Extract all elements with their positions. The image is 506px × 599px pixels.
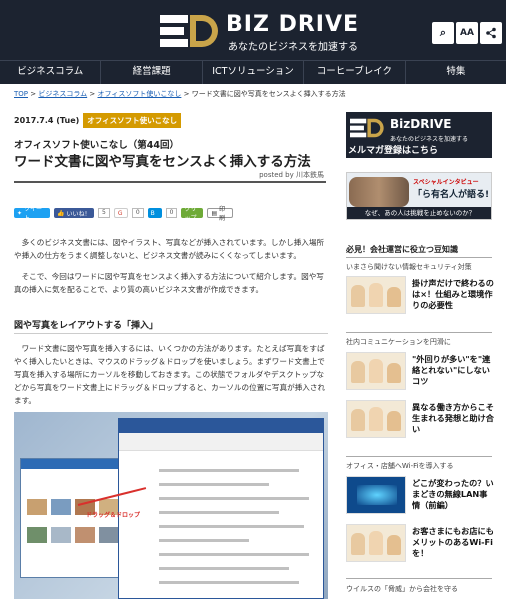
article-thumbnail <box>346 352 406 390</box>
article-thumbnail <box>346 400 406 438</box>
breadcrumb-office-soft[interactable]: オフィスソフト使いこなし <box>98 90 182 98</box>
font-size-icon[interactable]: AA <box>456 22 478 44</box>
series-label: オフィスソフト使いこなし（第44回） <box>14 140 180 151</box>
sidebar-article-item[interactable]: どこが変わったの？いまどきの無線LAN事情（前編） <box>346 476 494 516</box>
article-paragraph-3: ワード文書に図や写真を挿入するには、いくつかの方法があります。たとえば写真をすば… <box>14 344 326 405</box>
article-paragraph-2: そこで、今回はワードに図や写真をセンスよく挿入する方法について紹介します。図や写… <box>14 272 324 294</box>
logo-tagline: あなたのビジネスを加速する <box>228 42 358 53</box>
breadcrumb-business-column[interactable]: ビジネスコラム <box>38 90 87 98</box>
gplus-button[interactable]: G <box>113 208 128 218</box>
newsletter-cta: メルマガ登録はこちら <box>348 146 439 156</box>
word-window-image <box>118 418 324 599</box>
clip-button[interactable]: クリップ <box>181 206 204 222</box>
site-header: BIZ DRIVE あなたのビジネスを加速する ⌕ AA <box>0 0 506 60</box>
sidebar-article-item[interactable]: "外回りが多い"を"連絡とれない"にしないコツ <box>346 352 492 392</box>
nav-item-feature[interactable]: 特集 <box>406 61 506 84</box>
nav-item-business-column[interactable]: ビジネスコラム <box>0 61 102 84</box>
interview-photo <box>349 177 409 207</box>
breadcrumb-current: ワード文書に図や写真をセンスよく挿入する方法 <box>191 90 346 98</box>
newsletter-banner[interactable]: BizDRIVE あなたのビジネスを加速する メルマガ登録はこちら <box>346 112 492 158</box>
sidebar-section-heading: 必見！会社運営に役立つ豆知識 <box>346 245 458 254</box>
category-badge[interactable]: オフィスソフト使いこなし <box>83 113 182 128</box>
sidebar-subheading[interactable]: 社内コミュニケーションを円滑に <box>346 337 451 347</box>
twitter-icon: ✦ <box>17 209 23 217</box>
article-date-row: 2017.7.4 (Tue) オフィスソフト使いこなし <box>14 113 182 128</box>
sidebar-divider <box>346 332 492 333</box>
breadcrumb-top[interactable]: TOP <box>14 90 28 98</box>
sidebar-article-item[interactable]: 掛け声だけで終わるのは×！仕組みと環境作りの必要性 <box>346 276 494 316</box>
author-line: posted by 川本鉄馬 <box>259 171 324 179</box>
nav-item-management[interactable]: 経営課題 <box>101 61 203 84</box>
hatena-count: 0 <box>165 208 178 218</box>
article-thumbnail <box>346 476 406 514</box>
interview-banner[interactable]: スペシャルインタビュー 「ら有名人が語る! なぜ、あの人は挑戦を止めないのか？ <box>346 172 492 220</box>
tweet-button[interactable]: ✦ ツイート <box>14 206 50 222</box>
search-icon[interactable]: ⌕ <box>432 22 454 44</box>
main-nav: ビジネスコラム 経営課題 ICTソリューション コーヒーブレイク 特集 <box>0 60 506 84</box>
nav-item-coffee-break[interactable]: コーヒーブレイク <box>304 61 406 84</box>
nav-item-ict-solution[interactable]: ICTソリューション <box>203 61 305 84</box>
sidebar-subheading[interactable]: ウイルスの「脅威」から会社を守る <box>346 584 458 594</box>
print-button[interactable]: ▤ 印刷 <box>207 206 234 222</box>
article-figure-screenshot: ドラッグ＆ドロップ <box>14 412 328 599</box>
share-bar: ✦ ツイート 👍 いいね！ 5 G 0 B 0 クリップ ▤ 印刷 <box>14 206 234 222</box>
sidebar-subheading[interactable]: いまさら聞けない情報セキュリティ対策 <box>346 262 472 272</box>
breadcrumb: TOP > ビジネスコラム > オフィスソフト使いこなし > ワード文書に図や写… <box>14 90 346 98</box>
hatena-button[interactable]: B <box>147 208 162 218</box>
sidebar-article-item[interactable]: 異なる働き方からこそ生まれる発想と助け合い <box>346 400 494 440</box>
logo-mark-icon[interactable] <box>160 11 222 51</box>
logo-text[interactable]: BIZ DRIVE <box>226 12 359 37</box>
gplus-count: 0 <box>131 208 144 218</box>
share-icon[interactable] <box>480 22 502 44</box>
drag-drop-label: ドラッグ＆ドロップ <box>86 512 141 519</box>
article-date: 2017.7.4 (Tue) <box>14 116 80 125</box>
logo-mark-icon <box>350 118 384 138</box>
page-title: ワード文書に図や写真をセンスよく挿入する方法 <box>14 154 311 170</box>
thumbs-up-icon: 👍 <box>57 209 65 217</box>
article-paragraph-1: 多くのビジネス文書には、図やイラスト、写真などが挿入されています。しかし挿入場所… <box>14 238 325 260</box>
article-thumbnail <box>346 276 406 314</box>
sidebar-divider <box>346 456 492 457</box>
sidebar-article-item[interactable]: お客さまにもお店にもメリットのあるWi-Fiを！ <box>346 524 494 564</box>
like-button[interactable]: 👍 いいね！ <box>54 208 94 218</box>
section-divider <box>14 333 328 334</box>
title-divider <box>14 181 326 183</box>
article-thumbnail <box>346 524 406 562</box>
like-count: 5 <box>98 208 110 218</box>
section-heading: 図や写真をレイアウトする「挿入」 <box>14 321 159 331</box>
sidebar-subheading[interactable]: オフィス・店舗へWi-Fiを導入する <box>346 461 454 471</box>
printer-icon: ▤ <box>211 209 218 217</box>
sidebar-divider <box>346 578 492 579</box>
sidebar-divider <box>346 257 492 258</box>
